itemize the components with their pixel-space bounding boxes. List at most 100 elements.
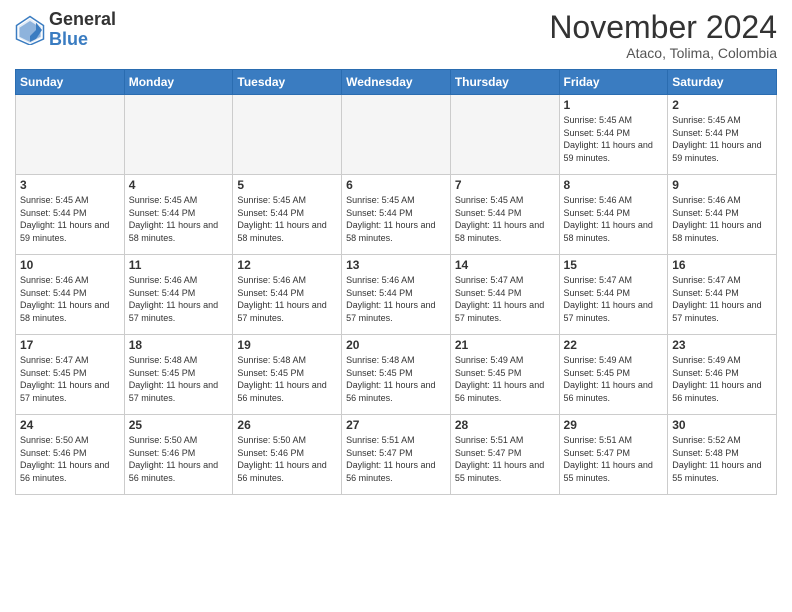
calendar-cell-0-6: 2 Sunrise: 5:45 AMSunset: 5:44 PMDayligh… <box>668 95 777 175</box>
calendar-cell-2-1: 11 Sunrise: 5:46 AMSunset: 5:44 PMDaylig… <box>124 255 233 335</box>
cell-info: Sunrise: 5:47 AMSunset: 5:45 PMDaylight:… <box>20 355 109 403</box>
calendar-cell-3-3: 20 Sunrise: 5:48 AMSunset: 5:45 PMDaylig… <box>342 335 451 415</box>
calendar-cell-4-4: 28 Sunrise: 5:51 AMSunset: 5:47 PMDaylig… <box>450 415 559 495</box>
calendar-cell-0-0 <box>16 95 125 175</box>
calendar-cell-0-4 <box>450 95 559 175</box>
calendar-cell-3-4: 21 Sunrise: 5:49 AMSunset: 5:45 PMDaylig… <box>450 335 559 415</box>
day-number: 27 <box>346 418 446 432</box>
header-tuesday: Tuesday <box>233 70 342 95</box>
day-number: 23 <box>672 338 772 352</box>
cell-info: Sunrise: 5:48 AMSunset: 5:45 PMDaylight:… <box>346 355 435 403</box>
day-number: 20 <box>346 338 446 352</box>
cell-info: Sunrise: 5:47 AMSunset: 5:44 PMDaylight:… <box>564 275 653 323</box>
cell-info: Sunrise: 5:50 AMSunset: 5:46 PMDaylight:… <box>129 435 218 483</box>
calendar-cell-2-3: 13 Sunrise: 5:46 AMSunset: 5:44 PMDaylig… <box>342 255 451 335</box>
calendar-cell-2-4: 14 Sunrise: 5:47 AMSunset: 5:44 PMDaylig… <box>450 255 559 335</box>
title-area: November 2024 Ataco, Tolima, Colombia <box>549 10 777 61</box>
cell-info: Sunrise: 5:49 AMSunset: 5:45 PMDaylight:… <box>455 355 544 403</box>
day-number: 11 <box>129 258 229 272</box>
cell-info: Sunrise: 5:50 AMSunset: 5:46 PMDaylight:… <box>237 435 326 483</box>
calendar-cell-2-2: 12 Sunrise: 5:46 AMSunset: 5:44 PMDaylig… <box>233 255 342 335</box>
day-number: 7 <box>455 178 555 192</box>
day-number: 29 <box>564 418 664 432</box>
logo-general: General <box>49 10 116 30</box>
calendar-cell-4-5: 29 Sunrise: 5:51 AMSunset: 5:47 PMDaylig… <box>559 415 668 495</box>
day-number: 3 <box>20 178 120 192</box>
cell-info: Sunrise: 5:46 AMSunset: 5:44 PMDaylight:… <box>672 195 761 243</box>
day-number: 15 <box>564 258 664 272</box>
cell-info: Sunrise: 5:46 AMSunset: 5:44 PMDaylight:… <box>129 275 218 323</box>
day-number: 9 <box>672 178 772 192</box>
day-number: 21 <box>455 338 555 352</box>
cell-info: Sunrise: 5:52 AMSunset: 5:48 PMDaylight:… <box>672 435 761 483</box>
cell-info: Sunrise: 5:45 AMSunset: 5:44 PMDaylight:… <box>455 195 544 243</box>
cell-info: Sunrise: 5:45 AMSunset: 5:44 PMDaylight:… <box>129 195 218 243</box>
cell-info: Sunrise: 5:51 AMSunset: 5:47 PMDaylight:… <box>346 435 435 483</box>
cell-info: Sunrise: 5:45 AMSunset: 5:44 PMDaylight:… <box>237 195 326 243</box>
header-monday: Monday <box>124 70 233 95</box>
calendar-cell-3-0: 17 Sunrise: 5:47 AMSunset: 5:45 PMDaylig… <box>16 335 125 415</box>
weekday-header-row: Sunday Monday Tuesday Wednesday Thursday… <box>16 70 777 95</box>
calendar-cell-1-5: 8 Sunrise: 5:46 AMSunset: 5:44 PMDayligh… <box>559 175 668 255</box>
calendar-cell-3-5: 22 Sunrise: 5:49 AMSunset: 5:45 PMDaylig… <box>559 335 668 415</box>
calendar-cell-0-3 <box>342 95 451 175</box>
cell-info: Sunrise: 5:45 AMSunset: 5:44 PMDaylight:… <box>346 195 435 243</box>
cell-info: Sunrise: 5:46 AMSunset: 5:44 PMDaylight:… <box>237 275 326 323</box>
calendar-page: General Blue November 2024 Ataco, Tolima… <box>0 0 792 612</box>
day-number: 2 <box>672 98 772 112</box>
cell-info: Sunrise: 5:51 AMSunset: 5:47 PMDaylight:… <box>564 435 653 483</box>
day-number: 22 <box>564 338 664 352</box>
header-saturday: Saturday <box>668 70 777 95</box>
calendar-cell-0-2 <box>233 95 342 175</box>
calendar-cell-4-6: 30 Sunrise: 5:52 AMSunset: 5:48 PMDaylig… <box>668 415 777 495</box>
day-number: 8 <box>564 178 664 192</box>
day-number: 26 <box>237 418 337 432</box>
day-number: 5 <box>237 178 337 192</box>
week-row-3: 10 Sunrise: 5:46 AMSunset: 5:44 PMDaylig… <box>16 255 777 335</box>
cell-info: Sunrise: 5:47 AMSunset: 5:44 PMDaylight:… <box>455 275 544 323</box>
calendar-cell-1-0: 3 Sunrise: 5:45 AMSunset: 5:44 PMDayligh… <box>16 175 125 255</box>
calendar-cell-2-5: 15 Sunrise: 5:47 AMSunset: 5:44 PMDaylig… <box>559 255 668 335</box>
day-number: 1 <box>564 98 664 112</box>
cell-info: Sunrise: 5:50 AMSunset: 5:46 PMDaylight:… <box>20 435 109 483</box>
calendar-cell-4-3: 27 Sunrise: 5:51 AMSunset: 5:47 PMDaylig… <box>342 415 451 495</box>
page-header: General Blue November 2024 Ataco, Tolima… <box>15 10 777 61</box>
cell-info: Sunrise: 5:45 AMSunset: 5:44 PMDaylight:… <box>564 115 653 163</box>
day-number: 18 <box>129 338 229 352</box>
day-number: 28 <box>455 418 555 432</box>
calendar-table: Sunday Monday Tuesday Wednesday Thursday… <box>15 69 777 495</box>
location-subtitle: Ataco, Tolima, Colombia <box>549 45 777 61</box>
cell-info: Sunrise: 5:46 AMSunset: 5:44 PMDaylight:… <box>20 275 109 323</box>
calendar-cell-3-2: 19 Sunrise: 5:48 AMSunset: 5:45 PMDaylig… <box>233 335 342 415</box>
day-number: 4 <box>129 178 229 192</box>
cell-info: Sunrise: 5:51 AMSunset: 5:47 PMDaylight:… <box>455 435 544 483</box>
calendar-cell-2-0: 10 Sunrise: 5:46 AMSunset: 5:44 PMDaylig… <box>16 255 125 335</box>
week-row-1: 1 Sunrise: 5:45 AMSunset: 5:44 PMDayligh… <box>16 95 777 175</box>
header-sunday: Sunday <box>16 70 125 95</box>
calendar-cell-2-6: 16 Sunrise: 5:47 AMSunset: 5:44 PMDaylig… <box>668 255 777 335</box>
day-number: 6 <box>346 178 446 192</box>
calendar-cell-4-2: 26 Sunrise: 5:50 AMSunset: 5:46 PMDaylig… <box>233 415 342 495</box>
calendar-cell-0-5: 1 Sunrise: 5:45 AMSunset: 5:44 PMDayligh… <box>559 95 668 175</box>
cell-info: Sunrise: 5:47 AMSunset: 5:44 PMDaylight:… <box>672 275 761 323</box>
cell-info: Sunrise: 5:48 AMSunset: 5:45 PMDaylight:… <box>129 355 218 403</box>
day-number: 10 <box>20 258 120 272</box>
week-row-5: 24 Sunrise: 5:50 AMSunset: 5:46 PMDaylig… <box>16 415 777 495</box>
week-row-2: 3 Sunrise: 5:45 AMSunset: 5:44 PMDayligh… <box>16 175 777 255</box>
week-row-4: 17 Sunrise: 5:47 AMSunset: 5:45 PMDaylig… <box>16 335 777 415</box>
logo-text: General Blue <box>49 10 116 50</box>
cell-info: Sunrise: 5:46 AMSunset: 5:44 PMDaylight:… <box>564 195 653 243</box>
calendar-cell-0-1 <box>124 95 233 175</box>
calendar-cell-3-1: 18 Sunrise: 5:48 AMSunset: 5:45 PMDaylig… <box>124 335 233 415</box>
day-number: 12 <box>237 258 337 272</box>
day-number: 14 <box>455 258 555 272</box>
calendar-cell-1-4: 7 Sunrise: 5:45 AMSunset: 5:44 PMDayligh… <box>450 175 559 255</box>
day-number: 30 <box>672 418 772 432</box>
logo-icon <box>15 15 45 45</box>
calendar-cell-1-1: 4 Sunrise: 5:45 AMSunset: 5:44 PMDayligh… <box>124 175 233 255</box>
cell-info: Sunrise: 5:48 AMSunset: 5:45 PMDaylight:… <box>237 355 326 403</box>
cell-info: Sunrise: 5:45 AMSunset: 5:44 PMDaylight:… <box>672 115 761 163</box>
header-wednesday: Wednesday <box>342 70 451 95</box>
month-title: November 2024 <box>549 10 777 45</box>
logo-blue: Blue <box>49 30 116 50</box>
